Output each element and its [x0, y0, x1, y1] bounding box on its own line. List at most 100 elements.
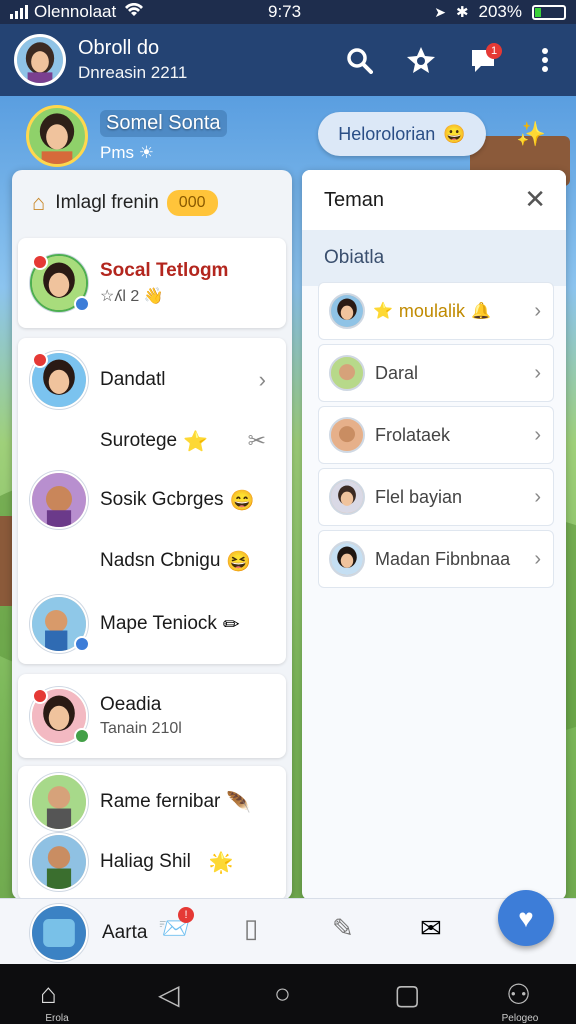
- action-bar: Aarta 📨 ! ▯ ✎ ✉: [0, 898, 576, 964]
- grin-emoji-icon: 😆: [226, 550, 252, 573]
- status-dot: [74, 296, 90, 312]
- list-item[interactable]: Rame fernibar 🪶: [18, 772, 286, 832]
- home-circle-icon[interactable]: ○: [274, 978, 291, 1010]
- list-item-label: Nadsn Cbnigu: [100, 550, 221, 571]
- section-header: Obiatla: [302, 230, 566, 286]
- profile-tab-label: Pelogeo: [501, 1013, 539, 1024]
- star-emoji-icon: ⭐: [183, 430, 209, 453]
- heart-icon: ♥: [518, 902, 534, 933]
- avatar: [30, 773, 88, 831]
- home-tab-label: Erola: [45, 1013, 69, 1024]
- list-item-label: Socal Tetlogm: [100, 260, 229, 281]
- right-panel-header: Teman ✕: [302, 170, 566, 230]
- avatar: [329, 541, 365, 577]
- device-icon[interactable]: ▯: [244, 913, 258, 944]
- emoji-icon: 😀: [443, 123, 466, 144]
- coin-badge: 000: [166, 190, 218, 216]
- friend-name: moulalik: [398, 300, 465, 321]
- carrier-name: Olennolaat: [34, 2, 117, 21]
- header-subtitle: Dnreasin 2211: [78, 63, 188, 82]
- avatar: [329, 293, 365, 329]
- header-avatar[interactable]: [14, 34, 66, 86]
- favorite-fab[interactable]: ♥: [498, 890, 554, 946]
- list-item[interactable]: Mape Teniock ✏: [18, 592, 286, 656]
- list-item[interactable]: Oeadia Tanain 210l: [18, 684, 286, 748]
- avatar: [329, 479, 365, 515]
- profile-strip: Somel Sonta Pms ☀ Helorolorian 😀 ✨: [26, 104, 566, 168]
- list-item[interactable]: Haliag Shil 🌟: [18, 832, 286, 892]
- envelope-icon[interactable]: ✉: [420, 913, 442, 944]
- avatar: [30, 833, 88, 891]
- friend-row[interactable]: Flel bayian ›: [318, 468, 554, 526]
- list-item-label: Surotege: [100, 430, 178, 451]
- avatar: [30, 471, 88, 529]
- pill-label: Helorolorian: [338, 123, 436, 144]
- bluetooth-icon: ✱: [455, 4, 469, 21]
- feather-icon[interactable]: 🪶: [226, 790, 251, 815]
- header-title: Obroll do: [78, 37, 160, 59]
- location-icon: ➤: [434, 3, 446, 20]
- friend-row[interactable]: Frolataek ›: [318, 406, 554, 464]
- bell-icon: 🔔: [470, 303, 491, 320]
- star-settings-icon[interactable]: [404, 43, 438, 77]
- friend-name: Frolataek: [375, 424, 451, 445]
- list-item-sub: Tanain 210l: [100, 720, 182, 737]
- chevron-right-icon: ›: [534, 485, 541, 508]
- home-icon: ⌂: [40, 978, 57, 1009]
- list-card: Oeadia Tanain 210l: [18, 674, 286, 758]
- hand-icon: 👋: [143, 288, 164, 305]
- list-item-sub: ☆ʎl 2: [100, 288, 140, 305]
- profile-avatar[interactable]: [26, 105, 88, 167]
- list-item[interactable]: Surotege ⭐ ✂: [18, 416, 286, 466]
- friend-row[interactable]: Daral ›: [318, 344, 554, 402]
- friend-row[interactable]: Madan Fibnbnaa ›: [318, 530, 554, 588]
- list-item[interactable]: Dandatl ›: [18, 348, 286, 412]
- list-card: Rame fernibar 🪶 Haliag Shil 🌟: [18, 766, 286, 900]
- left-panel-title: Imlagl frenin: [55, 192, 159, 213]
- list-item[interactable]: Nadsn Cbnigu 😆: [18, 536, 286, 586]
- status-dot: [74, 728, 90, 744]
- alert-badge: [32, 352, 48, 368]
- sparkle-icon[interactable]: ✨: [516, 120, 546, 149]
- back-icon[interactable]: ◁: [158, 978, 180, 1011]
- list-item[interactable]: Sosik Gcbrges 😄: [18, 468, 286, 532]
- alert-badge: [32, 688, 48, 704]
- status-bar: Olennolaat 9:73 ➤ ✱ 203%: [0, 0, 576, 24]
- friend-name: Flel bayian: [375, 486, 463, 507]
- left-panel-header: ⌂ Imlagl frenin 000: [12, 170, 292, 236]
- person-icon: ⚇: [506, 979, 532, 1010]
- battery-percent: 203%: [478, 2, 522, 21]
- list-item-label: Oeadia: [100, 694, 162, 715]
- list-item-label: Dandatl: [100, 369, 166, 390]
- right-panel: Teman ✕ Obiatla ⭐ moulalik 🔔 › Daral › F…: [302, 170, 566, 900]
- chevron-right-icon: ›: [534, 547, 541, 570]
- close-icon[interactable]: ✕: [524, 184, 546, 215]
- list-item-label: Rame fernibar: [100, 791, 221, 812]
- recents-icon[interactable]: ▢: [394, 978, 420, 1011]
- home-tab[interactable]: ⌂: [40, 978, 57, 1010]
- edit-icon[interactable]: ✎: [332, 913, 354, 944]
- status-dot: [74, 636, 90, 652]
- battery-icon: [532, 4, 566, 20]
- profile-name: Somel Sonta: [100, 109, 227, 137]
- pencil-icon[interactable]: ✏: [223, 612, 240, 637]
- friend-row[interactable]: ⭐ moulalik 🔔 ›: [318, 282, 554, 340]
- chat-icon[interactable]: 1: [466, 43, 502, 77]
- tools-icon[interactable]: ✂: [248, 428, 266, 454]
- star-emoji-icon: ⭐: [373, 303, 393, 320]
- list-item-label: Haliag Shil: [100, 851, 191, 872]
- profile-pill-button[interactable]: Helorolorian 😀: [318, 112, 486, 156]
- clock: 9:73: [268, 2, 302, 21]
- chevron-right-icon: ›: [534, 299, 541, 322]
- featured-card[interactable]: Socal Tetlogm ☆ʎl 2 👋: [18, 238, 286, 328]
- more-vert-icon[interactable]: [528, 43, 562, 77]
- list-item-label: Sosik Gcbrges: [100, 489, 224, 510]
- friend-name: Daral: [375, 362, 419, 383]
- smile-emoji-icon: 😄: [229, 489, 255, 512]
- wifi-icon: [124, 2, 144, 21]
- sun-icon: ☀: [138, 142, 154, 162]
- profile-tab[interactable]: ⚇: [506, 978, 531, 1011]
- list-item[interactable]: Socal Tetlogm ☆ʎl 2 👋: [18, 252, 286, 314]
- star-icon: 🌟: [208, 851, 234, 874]
- search-icon[interactable]: [342, 43, 376, 77]
